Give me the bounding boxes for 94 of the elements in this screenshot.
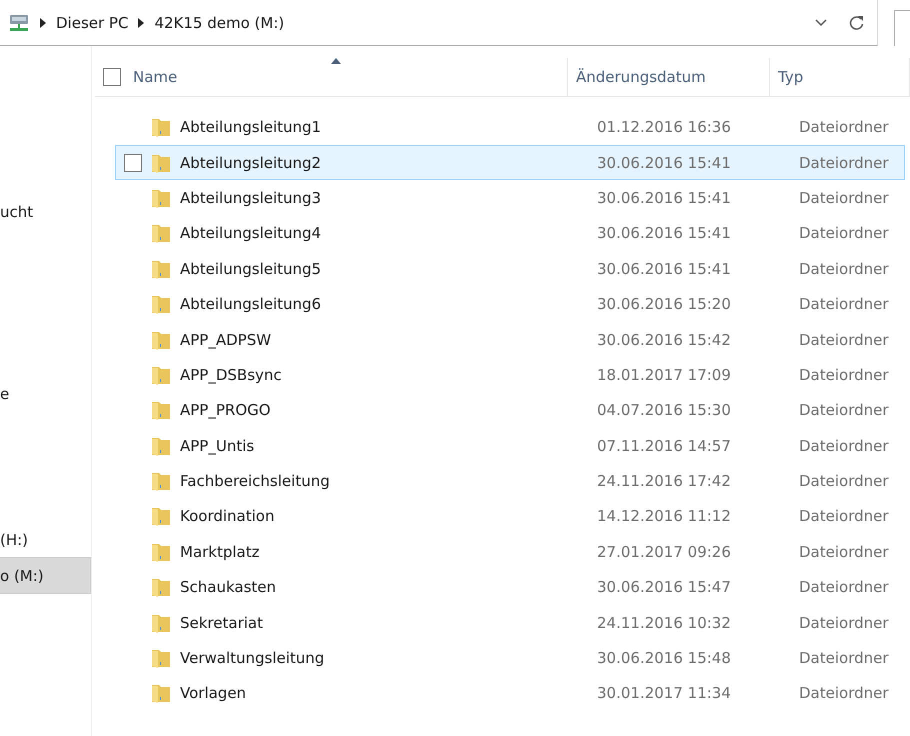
file-type: Dateiordner [798,224,890,242]
folder-icon [150,293,172,316]
modified-date: 30.01.2017 11:34 [596,684,732,702]
file-type: Dateiordner [798,188,890,207]
modified-date: 27.01.2017 09:26 [596,542,732,561]
column-header[interactable]: Name [95,58,568,96]
folder-icon [150,647,172,670]
folder-icon [150,116,172,138]
file-name: Abteilungsleitung1 [180,118,322,136]
file-row[interactable]: Abteilungsleitung2 30.06.2016 15:41 Dateiordner [115,145,905,180]
breadcrumb-item[interactable]: Dieser PC [56,14,128,32]
file-row[interactable]: Koordination 14.12.2016 11:12 Dateiordner [115,499,905,534]
file-name: Abteilungsleitung5 [180,260,322,278]
dropdown-chevron-icon[interactable] [815,18,827,26]
file-row[interactable]: APP_DSBsync 18.01.2017 17:09 Dateiordner [115,358,905,392]
network-drive-icon [8,12,30,32]
modified-date: 30.06.2016 15:20 [596,295,732,314]
file-row[interactable]: Sekretariat 24.11.2016 10:32 Dateiordner [115,605,905,640]
file-name: APP_ADPSW [180,330,272,349]
folder-icon [150,470,172,492]
file-row[interactable]: Abteilungsleitung5 30.06.2016 15:41 Dateiordner [115,252,905,286]
file-type: Dateiordner [798,154,890,172]
file-row[interactable]: Abteilungsleitung6 30.06.2016 15:20 Dateiordner [115,286,905,322]
file-type: Dateiordner [798,542,890,561]
nav-item[interactable]: e [0,375,91,412]
file-type: Dateiordner [798,401,890,420]
select-all-checkbox[interactable] [103,68,121,86]
column-header[interactable]: Änderungsdatum [568,58,770,96]
file-name: Abteilungsleitung2 [180,154,322,172]
sort-arrow-icon [331,58,341,64]
folder-icon [150,222,172,244]
file-type: Dateiordner [798,578,890,596]
folder-icon [150,399,172,422]
file-row[interactable]: Abteilungsleitung1 01.12.2016 16:36 Dateiordner [115,110,905,144]
nav-item[interactable]: o (M:) [0,557,91,594]
file-name: Abteilungsleitung6 [180,295,322,314]
file-name: Abteilungsleitung4 [180,224,322,242]
refresh-icon[interactable] [849,14,865,30]
file-row[interactable]: APP_Untis 07.11.2016 14:57 Dateiordner [115,428,905,463]
file-type: Dateiordner [798,118,890,136]
file-type: Dateiordner [798,507,890,526]
file-name: Abteilungsleitung3 [180,188,322,207]
file-name: Marktplatz [180,542,260,561]
row-checkbox[interactable] [124,154,142,172]
file-name: APP_Untis [180,436,254,455]
chevron-right-icon [40,18,46,28]
file-name: APP_DSBsync [180,366,282,384]
file-type: Dateiordner [798,684,890,702]
file-type: Dateiordner [798,295,890,314]
nav-item[interactable]: ucht [0,193,91,230]
modified-date: 30.06.2016 15:47 [596,578,732,596]
modified-date: 30.06.2016 15:41 [596,224,732,242]
modified-date: 07.11.2016 14:57 [596,436,732,455]
modified-date: 14.12.2016 11:12 [596,507,732,526]
modified-date: 18.01.2017 17:09 [596,366,732,384]
breadcrumb-item[interactable]: 42K15 demo (M:) [154,14,284,32]
file-name: Koordination [180,507,274,526]
file-row[interactable]: Abteilungsleitung4 30.06.2016 15:41 Dateiordner [115,216,905,251]
file-row[interactable]: Schaukasten 30.06.2016 15:47 Dateiordner [115,570,905,604]
modified-date: 24.11.2016 10:32 [596,614,732,632]
file-row[interactable]: Abteilungsleitung3 30.06.2016 15:41 Dateiordner [115,180,905,216]
modified-date: 24.11.2016 17:42 [596,472,732,490]
modified-date: 04.07.2016 15:30 [596,401,732,420]
file-name: Vorlagen [180,684,246,702]
file-name: Verwaltungsleitung [180,649,324,668]
file-type: Dateiordner [798,436,890,455]
file-row[interactable]: Fachbereichsleitung 24.11.2016 17:42 Dateiordner [115,464,905,498]
file-type: Dateiordner [798,472,890,490]
file-row[interactable]: APP_PROGO 04.07.2016 15:30 Dateiordner [115,393,905,428]
folder-icon [150,576,172,598]
file-type: Dateiordner [798,260,890,278]
file-type: Dateiordner [798,366,890,384]
file-type: Dateiordner [798,614,890,632]
column-header[interactable]: Typ [770,58,910,96]
modified-date: 30.06.2016 15:41 [596,260,732,278]
file-row[interactable]: Marktplatz 27.01.2017 09:26 Dateiordner [115,534,905,570]
modified-date: 30.06.2016 15:41 [596,154,732,172]
file-name: Schaukasten [180,578,276,596]
chevron-right-icon [138,18,144,28]
file-row[interactable]: Verwaltungsleitung 30.06.2016 15:48 Dateiordner [115,640,905,676]
file-type: Dateiordner [798,649,890,668]
file-name: APP_PROGO [180,401,271,420]
file-type: Dateiordner [798,330,890,349]
folder-icon [150,682,172,704]
file-row[interactable]: APP_ADPSW 30.06.2016 15:42 Dateiordner [115,322,905,357]
modified-date: 30.06.2016 15:48 [596,649,732,668]
nav-item[interactable]: (H:) [0,520,91,558]
modified-date: 30.06.2016 15:42 [596,330,732,349]
modified-date: 01.12.2016 16:36 [596,118,732,136]
folder-icon [150,505,172,528]
file-name: Fachbereichsleitung [180,472,330,490]
modified-date: 30.06.2016 15:41 [596,188,732,207]
file-name: Sekretariat [180,614,263,632]
file-row[interactable]: Vorlagen 30.01.2017 11:34 Dateiordner [115,676,905,711]
